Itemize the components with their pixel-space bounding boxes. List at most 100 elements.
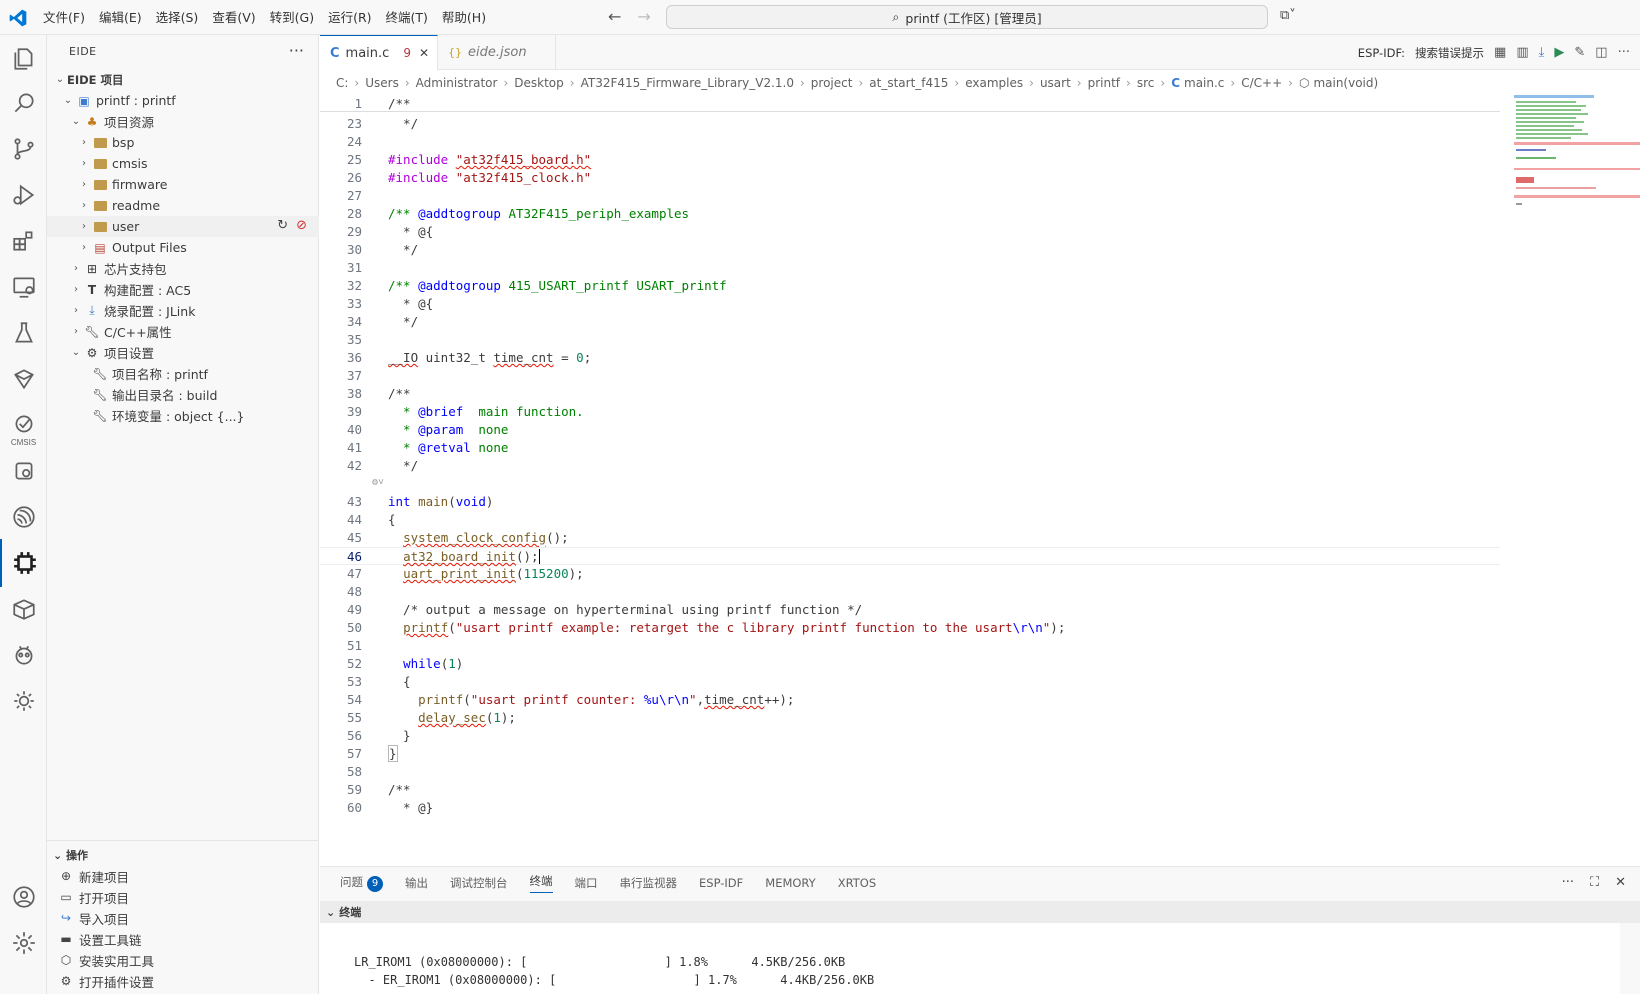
setting-env-vars[interactable]: 🔧︎ 环境变量 : object {...}	[47, 405, 319, 426]
refresh-icon[interactable]: ↻	[277, 218, 288, 233]
espressif-icon[interactable]	[0, 493, 47, 541]
import-icon: ↪	[60, 911, 72, 925]
explorer-icon[interactable]	[0, 35, 47, 83]
flash-download-icon[interactable]: ⤓	[1539, 45, 1545, 60]
breadcrumb-item[interactable]: AT32F415_Firmware_Library_V2.1.0	[581, 76, 794, 90]
more-actions-icon[interactable]: ···	[289, 41, 304, 60]
cmsis-icon[interactable]: CMSIS	[0, 401, 47, 449]
run-icon[interactable]: ▶	[1554, 45, 1564, 60]
gear-chip-icon[interactable]	[0, 677, 47, 725]
tab-debug-console[interactable]: 调试控制台	[450, 875, 508, 891]
account-icon[interactable]	[0, 873, 47, 921]
more-actions-icon[interactable]: ···	[1618, 45, 1630, 60]
run-debug-icon[interactable]	[0, 171, 47, 219]
menu-run[interactable]: 运行(R)	[321, 0, 378, 35]
tab-memory[interactable]: MEMORY	[765, 876, 815, 890]
breadcrumb-item[interactable]: examples	[965, 76, 1023, 90]
search-error-hint-button[interactable]: 搜索错误提示	[1415, 45, 1484, 61]
minimap[interactable]	[1514, 95, 1640, 865]
rebuild-icon[interactable]: ▥	[1516, 45, 1528, 60]
op-new-project[interactable]: ⊕ 新建项目	[55, 865, 129, 887]
project-settings-item[interactable]: ⌄ ⚙ 项目设置	[47, 342, 319, 363]
tab-esp-idf[interactable]: ESP-IDF	[699, 876, 743, 890]
source-control-icon[interactable]	[0, 125, 47, 173]
menu-selection[interactable]: 选择(S)	[149, 0, 206, 35]
folder-cmsis[interactable]: › cmsis	[47, 153, 319, 174]
menu-go[interactable]: 转到(G)	[263, 0, 321, 35]
op-open-project[interactable]: ▭ 打开项目	[55, 886, 129, 908]
folder-output-files[interactable]: › ▤ Output Files	[47, 237, 319, 258]
tab-serial-monitor[interactable]: 串行监视器	[620, 875, 678, 891]
breadcrumb-item[interactable]: Users	[365, 76, 399, 90]
breadcrumb-item[interactable]: src	[1137, 76, 1155, 90]
testing-icon[interactable]	[0, 309, 47, 357]
remote-explorer-icon[interactable]	[0, 263, 47, 311]
codelens-icon[interactable]: ⚙˅	[372, 477, 384, 489]
project-item[interactable]: ⌄ ▣ printf : printf	[47, 90, 319, 111]
folder-bsp[interactable]: › bsp	[47, 132, 319, 153]
exclude-icon[interactable]: ⊘	[296, 218, 307, 233]
menu-file[interactable]: 文件(F)	[36, 0, 92, 35]
forward-arrow-icon[interactable]: →	[637, 7, 650, 26]
terminal-section-header[interactable]: ⌄ 终端	[320, 901, 1640, 923]
search-icon[interactable]	[0, 79, 47, 127]
tab-eide-json[interactable]: {} eide.json	[438, 35, 556, 70]
chip-settings-icon[interactable]	[0, 447, 47, 495]
code-editor[interactable]: 1/** 23 */ 24 25 #include "at32f415_board…	[320, 95, 1500, 865]
more-actions-icon[interactable]: ···	[1562, 875, 1574, 890]
tab-problems[interactable]: 问题 9	[340, 874, 383, 892]
code-line: 56 }	[346, 728, 411, 743]
op-open-plugin-settings[interactable]: ⚙ 打开插件设置	[55, 970, 154, 992]
split-editor-icon[interactable]: ◫	[1595, 45, 1607, 60]
op-setup-toolchain[interactable]: ▬ 设置工具链	[55, 928, 141, 950]
breadcrumb-item[interactable]: Desktop	[514, 76, 564, 90]
tab-ports[interactable]: 端口	[575, 875, 598, 891]
platformio-icon[interactable]	[0, 631, 47, 679]
chip-pack-item[interactable]: › ⊞ 芯片支持包	[47, 258, 319, 279]
menu-help[interactable]: 帮助(H)	[435, 0, 493, 35]
tab-output[interactable]: 输出	[405, 875, 428, 891]
breadcrumb-item[interactable]: main.c	[1184, 76, 1224, 90]
op-import-project[interactable]: ↪ 导入项目	[55, 907, 129, 929]
folder-readme[interactable]: › readme	[47, 195, 319, 216]
close-icon[interactable]: ✕	[419, 46, 429, 60]
back-arrow-icon[interactable]: ←	[608, 7, 621, 26]
breadcrumb-item[interactable]: printf	[1088, 76, 1120, 90]
eide-chip-icon[interactable]	[0, 539, 47, 587]
cpp-props-item[interactable]: › 🔧︎ C/C++属性	[47, 321, 319, 342]
copilot-icon[interactable]: ⧉˅	[1280, 8, 1296, 23]
maximize-panel-icon[interactable]: ⛶	[1590, 875, 1599, 890]
package-icon[interactable]	[0, 585, 47, 633]
tab-main-c[interactable]: C main.c 9 ✕	[320, 35, 438, 70]
tab-xrtos[interactable]: XRTOS	[838, 876, 876, 890]
build-config-item[interactable]: › T 构建配置 : AC5	[47, 279, 319, 300]
manage-icon[interactable]	[0, 919, 47, 967]
extensions-icon[interactable]	[0, 217, 47, 265]
menu-view[interactable]: 查看(V)	[205, 0, 262, 35]
op-install-tools[interactable]: ⬡ 安装实用工具	[55, 949, 154, 971]
folder-user[interactable]: › user ↻ ⊘	[47, 216, 319, 237]
breadcrumb-item[interactable]: main(void)	[1313, 76, 1378, 90]
command-center-search[interactable]: ⌕ printf (工作区) [管理员]	[666, 5, 1268, 29]
breadcrumb-item[interactable]: project	[811, 76, 853, 90]
flash-config-item[interactable]: › ⤓ 烧录配置 : JLink	[47, 300, 319, 321]
breadcrumb-item[interactable]: C/C++	[1241, 76, 1282, 90]
operations-header[interactable]: ⌄ 操作	[53, 847, 88, 863]
breadcrumb-item[interactable]: at_start_f415	[869, 76, 948, 90]
breadcrumb-item[interactable]: usart	[1040, 76, 1071, 90]
folder-firmware[interactable]: › firmware	[47, 174, 319, 195]
menu-terminal[interactable]: 终端(T)	[379, 0, 435, 35]
menu-edit[interactable]: 编辑(E)	[92, 0, 149, 35]
eide-section-header[interactable]: ⌄ EIDE 项目	[47, 69, 319, 90]
close-panel-icon[interactable]: ✕	[1615, 875, 1626, 890]
setting-output-dir[interactable]: 🔧︎ 输出目录名 : build	[47, 384, 319, 405]
terminal-output[interactable]: LR_IROM1 (0x08000000): [ ] 1.8% 4.5KB/25…	[320, 923, 1620, 994]
tab-terminal[interactable]: 终端	[529, 873, 553, 893]
arduino-icon[interactable]	[0, 355, 47, 403]
clean-icon[interactable]: ✎	[1574, 45, 1585, 60]
build-icon[interactable]: ▦	[1494, 45, 1506, 60]
breadcrumb-item[interactable]: C:	[336, 76, 348, 90]
breadcrumb-item[interactable]: Administrator	[416, 76, 498, 90]
project-resources-item[interactable]: ⌄ ♣ 项目资源	[47, 111, 319, 132]
setting-project-name[interactable]: 🔧︎ 项目名称 : printf	[47, 363, 319, 384]
